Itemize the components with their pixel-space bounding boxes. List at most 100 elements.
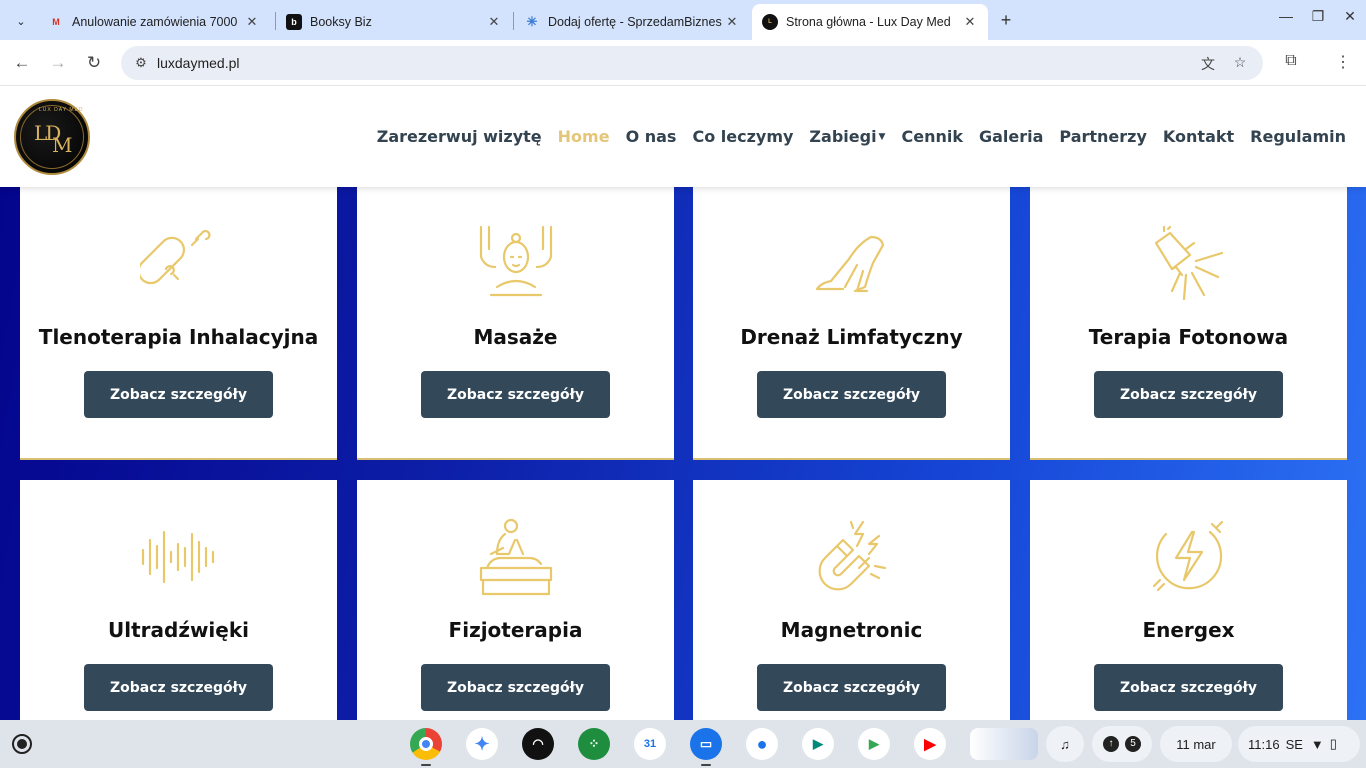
- messages-app-icon[interactable]: ●: [746, 728, 778, 760]
- tab-title: Anulowanie zamówienia 7000: [72, 15, 238, 29]
- sprzedambiznes-icon: ✳: [526, 14, 538, 29]
- close-window-icon[interactable]: ✕: [1340, 8, 1360, 25]
- new-tab-icon[interactable]: +: [995, 10, 1017, 31]
- service-card-ultradzwieki: Ultradźwięki Zobacz szczegóły: [20, 480, 337, 720]
- upload-arrow-icon: ↑: [1103, 736, 1119, 752]
- play-store-app-icon[interactable]: ▶: [858, 728, 890, 760]
- details-button[interactable]: Zobacz szczegóły: [1094, 664, 1283, 711]
- meet-app-icon[interactable]: ▶: [802, 728, 834, 760]
- files-app-icon[interactable]: ▭: [690, 728, 722, 760]
- window-preview-thumbnail[interactable]: [970, 728, 1038, 760]
- nav-co-leczymy[interactable]: Co leczymy: [692, 127, 793, 146]
- nav-regulamin[interactable]: Regulamin: [1250, 127, 1346, 146]
- status-tray[interactable]: 11:16 SE ▼ ▯: [1238, 726, 1360, 762]
- restore-icon[interactable]: ❐: [1308, 8, 1328, 25]
- logo-monogram-m: M: [52, 133, 73, 157]
- service-card-magnetronic: Magnetronic Zobacz szczegóły: [693, 480, 1010, 720]
- details-button[interactable]: Zobacz szczegóły: [757, 664, 946, 711]
- chrome-app-icon[interactable]: [410, 728, 442, 760]
- nav-zabiegi[interactable]: Zabiegi ▼: [809, 127, 885, 146]
- website-viewport: LUX DAY MED LD M Zarezerwuj wizytę Home …: [0, 87, 1366, 720]
- reload-icon[interactable]: ↻: [83, 52, 105, 74]
- service-card-masaze: Masaże Zobacz szczegóły: [357, 167, 674, 460]
- tray-uploads[interactable]: ↑ 5: [1092, 726, 1152, 762]
- nav-o-nas[interactable]: O nas: [626, 127, 677, 146]
- nav-galeria[interactable]: Galeria: [979, 127, 1043, 146]
- close-tab-icon[interactable]: ✕: [962, 14, 978, 30]
- running-indicator: [701, 764, 711, 766]
- magnet-icon: [813, 518, 891, 596]
- service-title: Magnetronic: [780, 618, 923, 642]
- energy-bolt-icon: [1150, 518, 1228, 596]
- clock-text: 11:16: [1248, 736, 1280, 752]
- menu-kebab-icon[interactable]: ⋮: [1332, 52, 1354, 72]
- nav-cennik[interactable]: Cennik: [901, 127, 963, 146]
- details-button[interactable]: Zobacz szczegóły: [421, 664, 610, 711]
- tab-title: Strona główna - Lux Day Med: [786, 15, 951, 29]
- calendar-app-icon[interactable]: 31: [634, 728, 666, 760]
- nav-home[interactable]: Home: [558, 127, 610, 146]
- booksy-icon: b: [286, 14, 302, 30]
- tab-gmail[interactable]: M Anulowanie zamówienia 7000 ✕: [38, 4, 270, 40]
- nav-zabiegi-label: Zabiegi: [809, 127, 877, 146]
- url-text[interactable]: luxdaymed.pl: [157, 55, 240, 71]
- dropdown-caret-icon: ▼: [878, 132, 886, 142]
- chromeos-shelf: ✦ ◠ ⁘ 31 ▭ ● ▶ ▶ ▶ ♫ ↑ 5 11 mar 11:16 SE…: [0, 720, 1366, 768]
- workspace-app-icon[interactable]: ⁘: [578, 728, 610, 760]
- main-nav: Zarezerwuj wizytę Home O nas Co leczymy …: [361, 127, 1346, 146]
- youtube-app-icon[interactable]: ▶: [914, 728, 946, 760]
- input-language: SE: [1285, 736, 1303, 752]
- service-card-drenaz: Drenaż Limfatyczny Zobacz szczegóły: [693, 167, 1010, 460]
- tab-search-chevron-icon[interactable]: ⌄: [8, 8, 34, 34]
- luxdaymed-icon: L: [762, 14, 778, 30]
- details-button[interactable]: Zobacz szczegóły: [1094, 371, 1283, 418]
- service-card-energex: Energex Zobacz szczegóły: [1030, 480, 1347, 720]
- nav-partnerzy[interactable]: Partnerzy: [1059, 127, 1147, 146]
- back-icon[interactable]: ←: [11, 52, 33, 74]
- tab-luxdaymed[interactable]: L Strona główna - Lux Day Med ✕: [752, 4, 988, 40]
- gemini-app-icon[interactable]: ✦: [466, 728, 498, 760]
- massage-icon: [477, 225, 555, 303]
- podcast-app-icon[interactable]: ◠: [522, 728, 554, 760]
- service-title: Ultradźwięki: [107, 618, 250, 642]
- tab-booksy[interactable]: b Booksy Biz ✕: [276, 4, 512, 40]
- service-title: Drenaż Limfatyczny: [740, 325, 963, 349]
- close-tab-icon[interactable]: ✕: [724, 14, 740, 30]
- service-title: Tlenoterapia Inhalacyjna: [38, 325, 319, 349]
- browser-toolbar: ← → ↻ ⚙ luxdaymed.pl 文 ☆ ⧉ ⋮: [0, 40, 1366, 86]
- details-button[interactable]: Zobacz szczegóły: [757, 371, 946, 418]
- gmail-icon: M: [52, 17, 60, 27]
- battery-icon: ▯: [1329, 736, 1337, 751]
- service-title: Terapia Fotonowa: [1088, 325, 1289, 349]
- media-playlist-icon[interactable]: ♫: [1046, 726, 1084, 762]
- wifi-icon: ▼: [1310, 736, 1324, 752]
- service-title: Energex: [1142, 618, 1235, 642]
- service-card-fizjoterapia: Fizjoterapia Zobacz szczegóły: [357, 480, 674, 720]
- running-indicator: [421, 764, 431, 766]
- details-button[interactable]: Zobacz szczegóły: [84, 371, 273, 418]
- address-bar[interactable]: ⚙ luxdaymed.pl 文 ☆: [121, 46, 1263, 80]
- minimize-icon[interactable]: —: [1276, 8, 1296, 24]
- light-lamp-icon: [1150, 225, 1228, 303]
- tab-sprzedambiznes[interactable]: ✳ Dodaj ofertę - SprzedamBiznes ✕: [514, 4, 750, 40]
- nav-zarezerwuj[interactable]: Zarezerwuj wizytę: [377, 127, 542, 146]
- sound-wave-icon: [140, 518, 218, 596]
- translate-icon[interactable]: 文: [1199, 54, 1217, 72]
- logo-arc-text: LUX DAY MED: [39, 107, 84, 113]
- launcher-icon[interactable]: [12, 734, 32, 754]
- nav-kontakt[interactable]: Kontakt: [1163, 127, 1234, 146]
- bookmark-star-icon[interactable]: ☆: [1231, 54, 1249, 72]
- notification-count: 5: [1125, 736, 1141, 752]
- site-logo[interactable]: LUX DAY MED LD M: [14, 99, 90, 175]
- site-settings-icon[interactable]: ⚙: [133, 55, 149, 71]
- tab-title: Dodaj ofertę - SprzedamBiznes: [548, 15, 722, 29]
- close-tab-icon[interactable]: ✕: [244, 14, 260, 30]
- service-title: Fizjoterapia: [448, 618, 583, 642]
- service-card-fotonowa: Terapia Fotonowa Zobacz szczegóły: [1030, 167, 1347, 460]
- details-button[interactable]: Zobacz szczegóły: [421, 371, 610, 418]
- details-button[interactable]: Zobacz szczegóły: [84, 664, 273, 711]
- forward-icon[interactable]: →: [47, 52, 69, 74]
- close-tab-icon[interactable]: ✕: [486, 14, 502, 30]
- extensions-icon[interactable]: ⧉: [1280, 52, 1302, 70]
- date-tray[interactable]: 11 mar: [1160, 726, 1232, 762]
